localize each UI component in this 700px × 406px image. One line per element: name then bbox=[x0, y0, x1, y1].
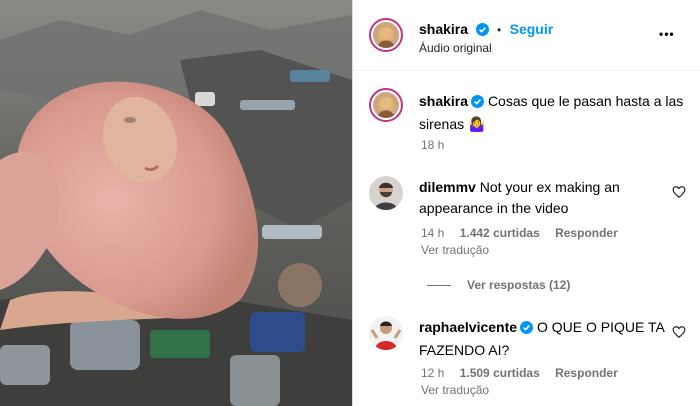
comment-time[interactable]: 14 h bbox=[421, 226, 444, 240]
caption-time[interactable]: 18 h bbox=[421, 138, 444, 152]
comment-meta-row: 14 h 1.442 curtidas Responder bbox=[421, 226, 618, 240]
verified-badge-icon bbox=[471, 93, 485, 114]
verified-badge-icon bbox=[475, 23, 489, 41]
reply-button[interactable]: Responder bbox=[555, 366, 618, 380]
comment-likes[interactable]: 1.509 curtidas bbox=[460, 366, 540, 380]
post-details-panel: shakira • Seguir Áudio original ••• shak… bbox=[352, 0, 700, 406]
author-avatar[interactable] bbox=[369, 18, 403, 52]
caption-text-block: shakira Cosas que le pasan hasta a las s… bbox=[419, 91, 689, 135]
avatar-photo bbox=[369, 316, 403, 350]
avatar-photo bbox=[373, 92, 399, 118]
heart-icon[interactable] bbox=[672, 185, 686, 199]
caption-avatar[interactable] bbox=[369, 88, 403, 122]
comment-username[interactable]: dilemmv bbox=[419, 179, 476, 195]
comment-username[interactable]: raphaelvicente bbox=[419, 319, 517, 335]
avatar-photo bbox=[373, 22, 399, 48]
verified-badge-icon bbox=[520, 319, 534, 340]
mermaid-in-trash-photo bbox=[0, 0, 352, 406]
author-username[interactable]: shakira bbox=[419, 21, 468, 37]
translate-link[interactable]: Ver tradução bbox=[421, 243, 489, 257]
reply-button[interactable]: Responder bbox=[555, 226, 618, 240]
comment-time[interactable]: 12 h bbox=[421, 366, 444, 380]
follow-button[interactable]: Seguir bbox=[510, 21, 554, 37]
replies-divider-line bbox=[427, 285, 451, 286]
avatar-photo bbox=[369, 176, 403, 210]
heart-icon[interactable] bbox=[672, 325, 686, 339]
comment-meta-row: 12 h 1.509 curtidas Responder bbox=[421, 366, 618, 380]
separator-dot: • bbox=[496, 23, 502, 37]
post-media-image[interactable] bbox=[0, 0, 352, 406]
comment-likes[interactable]: 1.442 curtidas bbox=[460, 226, 540, 240]
audio-label[interactable]: Áudio original bbox=[419, 41, 492, 55]
comment-text-block: dilemmv Not your ex making an appearance… bbox=[419, 177, 669, 219]
instagram-post-view: shakira • Seguir Áudio original ••• shak… bbox=[0, 0, 700, 406]
post-header: shakira • Seguir Áudio original ••• bbox=[353, 0, 700, 71]
translate-link[interactable]: Ver tradução bbox=[421, 383, 489, 397]
more-options-icon[interactable]: ••• bbox=[659, 27, 675, 41]
commenter-avatar[interactable] bbox=[369, 176, 403, 210]
commenter-avatar[interactable] bbox=[369, 316, 403, 350]
comment-text-block: raphaelvicente O QUE O PIQUE TA FAZENDO … bbox=[419, 317, 669, 361]
view-replies-button[interactable]: Ver respostas (12) bbox=[467, 278, 570, 292]
caption-username[interactable]: shakira bbox=[419, 93, 468, 109]
